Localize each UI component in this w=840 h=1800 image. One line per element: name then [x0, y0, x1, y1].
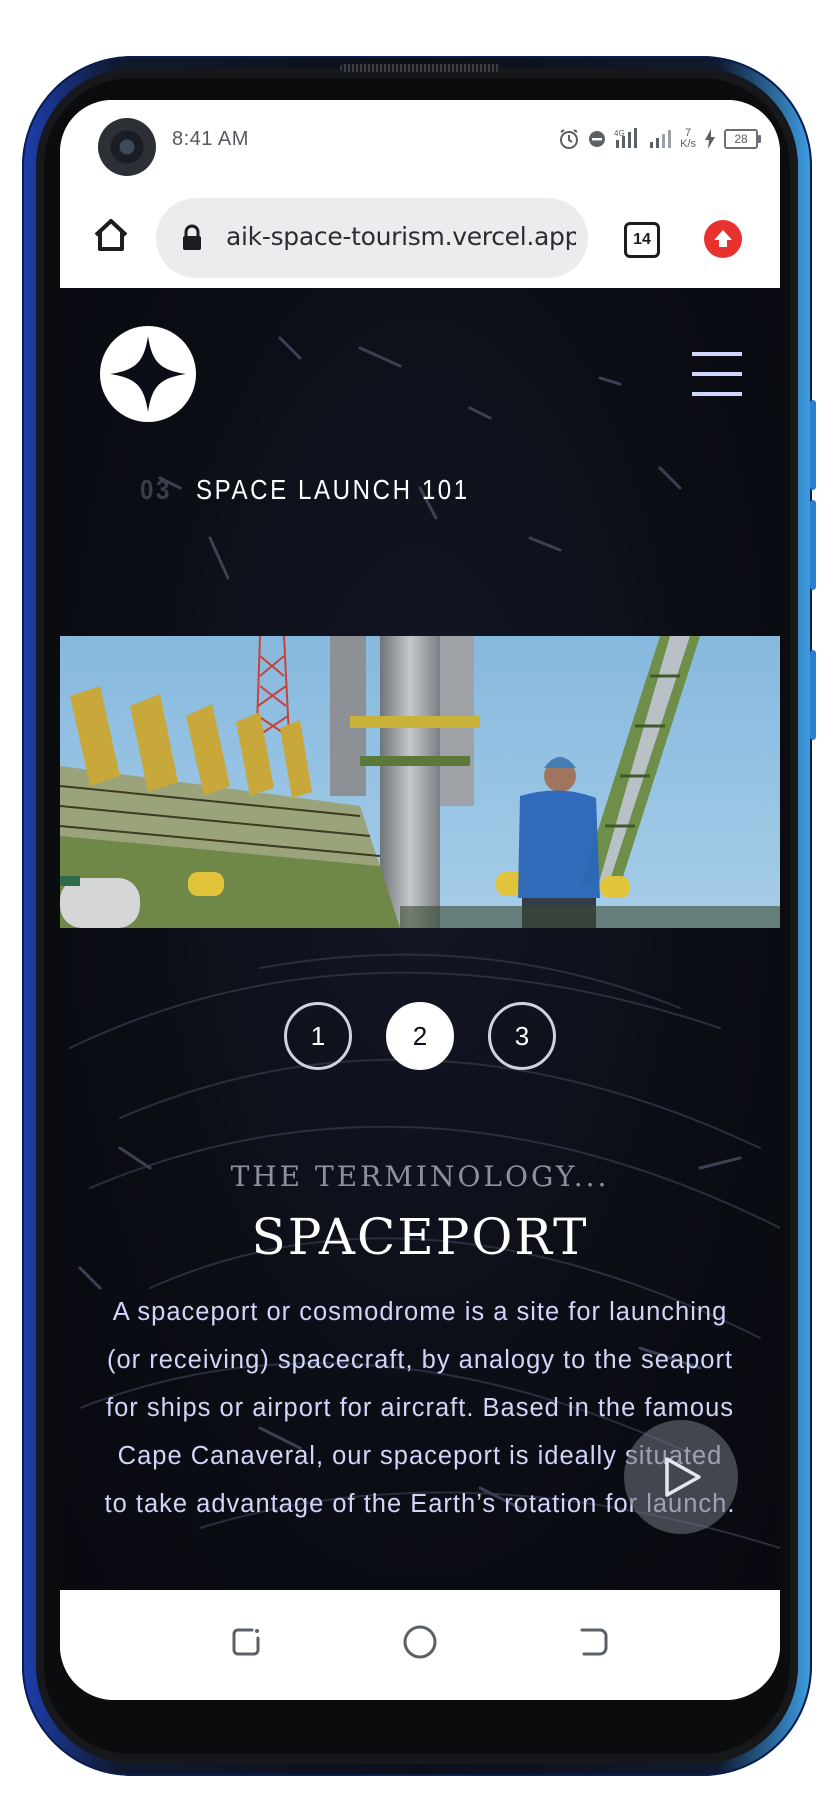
back-button[interactable]: [574, 1622, 614, 1662]
site-logo[interactable]: [100, 326, 196, 422]
front-camera: [98, 118, 156, 176]
status-time: 8:41 AM: [172, 128, 249, 150]
status-bar: 8:41 AM 4G 7 K/s 28: [60, 100, 780, 184]
web-page: 03 SPACE LAUNCH 101 1 2 3 THE TERMINOLOG…: [60, 288, 780, 1590]
svg-text:4G: 4G: [614, 129, 625, 138]
browser-home-button[interactable]: [84, 208, 138, 262]
recents-icon: [232, 1628, 260, 1656]
section-eyebrow: THE TERMINOLOGY...: [230, 1160, 610, 1193]
system-navigation-bar: [60, 1590, 780, 1700]
pager-button-1[interactable]: 1: [284, 1002, 352, 1070]
phone-screen: 8:41 AM 4G 7 K/s 28 aik-space-tourism.ve…: [60, 100, 780, 1700]
pager-button-2[interactable]: 2: [386, 1002, 454, 1070]
earpiece-speaker: [340, 64, 500, 72]
page-number: 03: [140, 474, 172, 505]
hamburger-menu-icon[interactable]: [692, 352, 742, 396]
term-title: SPACEPORT: [251, 1208, 589, 1266]
status-icons: 4G 7 K/s 28: [558, 126, 761, 152]
star-logo-icon: [100, 326, 196, 422]
launch-pad-illustration: [60, 636, 780, 928]
lock-icon: [180, 224, 204, 256]
menu-bar: [692, 352, 742, 356]
page-title: SPACE LAUNCH 101: [196, 474, 470, 505]
side-button-upper: [810, 400, 816, 490]
back-icon: [580, 1628, 608, 1656]
page-heading: 03 SPACE LAUNCH 101: [140, 474, 470, 506]
network-speed: 7 K/s: [680, 128, 696, 150]
signal-sim1-icon: 4G: [614, 126, 640, 152]
menu-bar: [692, 372, 742, 376]
side-button-power: [810, 650, 816, 740]
upload-icon: [714, 230, 732, 247]
menu-bar: [692, 392, 742, 396]
address-bar[interactable]: aik-space-tourism.vercel.app/techn: [156, 198, 588, 278]
home-icon: [94, 219, 128, 251]
battery-icon: 28: [724, 129, 761, 149]
network-speed-unit: K/s: [680, 138, 696, 150]
slide-pager: 1 2 3: [60, 1002, 780, 1070]
home-circle-icon: [403, 1625, 437, 1659]
signal-sim2-icon: [648, 126, 672, 152]
play-floating-button[interactable]: [624, 1420, 738, 1534]
pager-button-3[interactable]: 3: [488, 1002, 556, 1070]
launch-pad-image: [60, 636, 780, 928]
url-text: aik-space-tourism.vercel.app/techn: [226, 222, 576, 251]
side-button-middle: [810, 500, 816, 590]
play-icon: [665, 1457, 701, 1497]
charging-icon: [704, 126, 716, 152]
home-nav-button[interactable]: [400, 1622, 440, 1662]
tab-switcher-button[interactable]: 14: [624, 222, 660, 258]
browser-toolbar: aik-space-tourism.vercel.app/techn 14: [60, 184, 780, 290]
recents-button[interactable]: [226, 1622, 266, 1662]
upload-button[interactable]: [704, 220, 742, 258]
battery-level: 28: [734, 132, 748, 146]
do-not-disturb-icon: [588, 126, 606, 152]
alarm-icon: [558, 126, 580, 152]
